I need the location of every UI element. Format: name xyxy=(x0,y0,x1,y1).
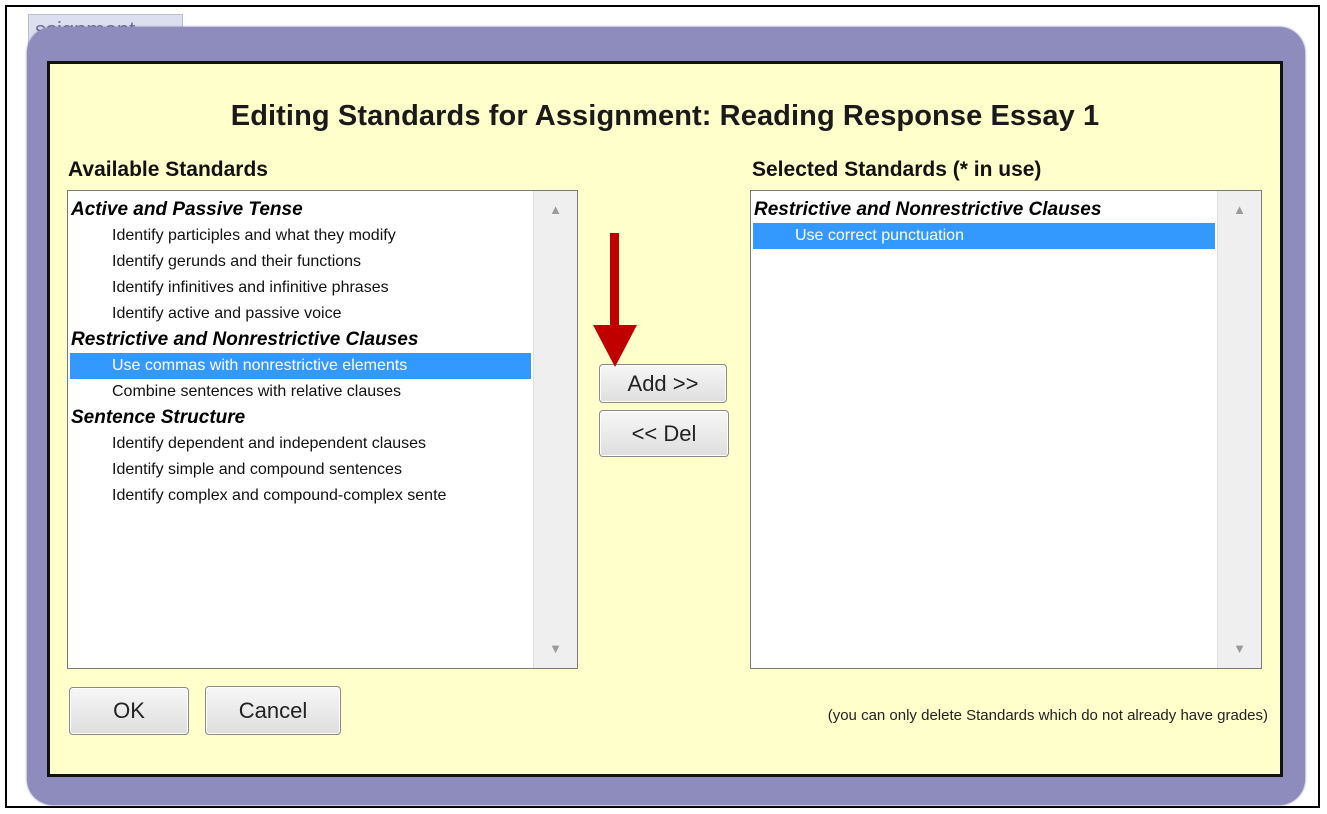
standard-group-label[interactable]: Restrictive and Nonrestrictive Clauses xyxy=(70,327,531,353)
arrow-shaft xyxy=(610,233,619,331)
standard-group-label[interactable]: Restrictive and Nonrestrictive Clauses xyxy=(753,197,1215,223)
standard-item[interactable]: Identify complex and compound-complex se… xyxy=(70,483,531,509)
available-standards-items: Active and Passive Tense Identify partici… xyxy=(70,197,531,509)
standard-group-label[interactable]: Sentence Structure xyxy=(70,405,531,431)
selected-standards-label: Selected Standards (* in use) xyxy=(752,158,1042,181)
standard-item-selected[interactable]: Use commas with nonrestrictive elements xyxy=(70,353,531,379)
arrow-head xyxy=(593,325,637,367)
standard-item[interactable]: Combine sentences with relative clauses xyxy=(70,379,531,405)
available-standards-label: Available Standards xyxy=(68,158,268,181)
delete-restriction-note: (you can only delete Standards which do … xyxy=(827,707,1268,724)
edit-standards-dialog: Editing Standards for Assignment: Readin… xyxy=(47,61,1283,777)
available-scrollbar[interactable]: ▲ ▼ xyxy=(533,191,577,668)
standard-item[interactable]: Identify simple and compound sentences xyxy=(70,457,531,483)
red-arrow-annotation-icon xyxy=(593,233,637,367)
scroll-up-arrow-icon[interactable]: ▲ xyxy=(534,197,577,223)
cancel-button[interactable]: Cancel xyxy=(205,686,341,735)
scroll-up-arrow-icon[interactable]: ▲ xyxy=(1218,197,1261,223)
standard-item-selected[interactable]: Use correct punctuation xyxy=(753,223,1215,249)
standard-item[interactable]: Identify dependent and independent claus… xyxy=(70,431,531,457)
add-button[interactable]: Add >> xyxy=(599,364,727,403)
selected-standards-items: Restrictive and Nonrestrictive Clauses Us… xyxy=(753,197,1215,249)
dialog-title: Editing Standards for Assignment: Readin… xyxy=(230,100,1100,132)
standard-item[interactable]: Identify gerunds and their functions xyxy=(70,249,531,275)
ok-button[interactable]: OK xyxy=(69,687,189,735)
standard-item[interactable]: Identify participles and what they modif… xyxy=(70,223,531,249)
available-standards-listbox[interactable]: Active and Passive Tense Identify partici… xyxy=(67,190,578,669)
selected-scrollbar[interactable]: ▲ ▼ xyxy=(1217,191,1261,668)
scroll-down-arrow-icon[interactable]: ▼ xyxy=(534,636,577,662)
standard-item[interactable]: Identify infinitives and infinitive phra… xyxy=(70,275,531,301)
selected-standards-listbox[interactable]: Restrictive and Nonrestrictive Clauses Us… xyxy=(750,190,1262,669)
delete-button[interactable]: << Del xyxy=(599,410,729,457)
standard-group-label[interactable]: Active and Passive Tense xyxy=(70,197,531,223)
standard-item[interactable]: Identify active and passive voice xyxy=(70,301,531,327)
scroll-down-arrow-icon[interactable]: ▼ xyxy=(1218,636,1261,662)
